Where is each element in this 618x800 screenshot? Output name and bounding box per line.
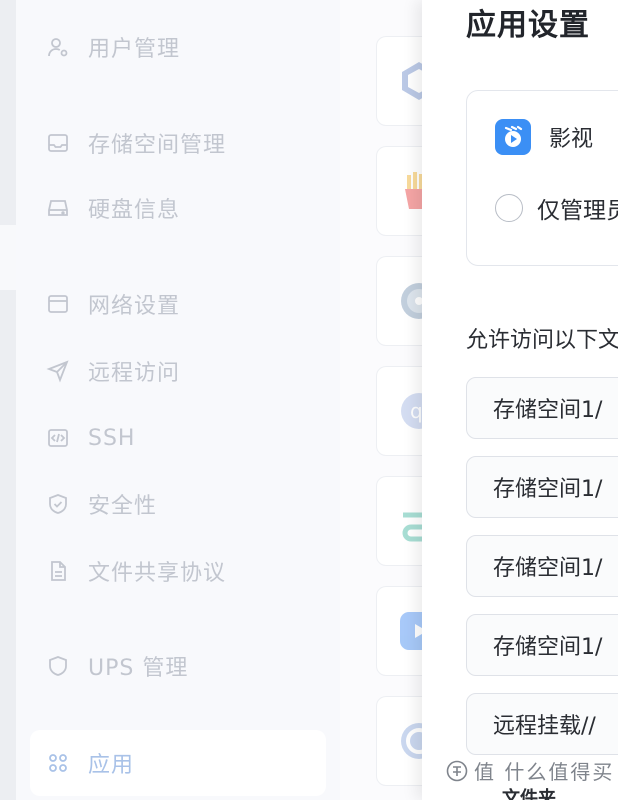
sidebar-item-label: 存储空间管理 — [88, 133, 227, 158]
folder-path-item[interactable]: 远程挂载// — [466, 693, 618, 755]
settings-sidebar: 用户管理 存储空间管理 硬盘信息 网络设置 远程访问 SSH 安全性 文件共享协… — [16, 0, 340, 800]
app-row: 影视 — [495, 119, 593, 155]
watermark-logo-icon — [446, 760, 468, 781]
sidebar-item-disk-info[interactable]: 硬盘信息 — [46, 188, 180, 228]
left-edge-strip — [0, 0, 16, 800]
document-icon — [46, 559, 70, 583]
sidebar-item-apps[interactable]: 应用 — [30, 730, 326, 796]
sidebar-item-label: 安全性 — [88, 494, 158, 519]
section-heading-fragment: 文件夹 — [502, 788, 556, 800]
sidebar-item-label: 网络设置 — [88, 294, 181, 319]
app-list-column: q — [340, 0, 438, 800]
sidebar-item-ups[interactable]: UPS 管理 — [46, 646, 188, 686]
folder-path-item[interactable]: 存储空间1/ — [466, 377, 618, 439]
network-window-icon — [46, 292, 70, 316]
folder-path-item[interactable]: 存储空间1/ — [466, 456, 618, 518]
admin-only-option[interactable]: 仅管理员 — [495, 191, 618, 225]
send-arrow-icon — [46, 359, 70, 383]
radio-label: 仅管理员 — [537, 198, 618, 224]
sidebar-item-file-sharing[interactable]: 文件共享协议 — [46, 551, 226, 591]
sidebar-item-storage[interactable]: 存储空间管理 — [46, 123, 226, 163]
sidebar-item-label: 应用 — [88, 753, 135, 778]
shield-check-icon — [46, 492, 70, 516]
svg-text:q: q — [410, 399, 423, 423]
left-edge-highlight — [0, 225, 16, 290]
sidebar-item-label: 硬盘信息 — [88, 198, 181, 223]
app-name: 影视 — [549, 127, 594, 152]
sidebar-item-label: SSH — [88, 425, 136, 451]
sidebar-item-security[interactable]: 安全性 — [46, 484, 157, 524]
app-permission-box: 影视 仅管理员 — [466, 90, 618, 266]
sidebar-item-label: 用户管理 — [88, 37, 181, 62]
code-terminal-icon — [46, 426, 70, 450]
radio-button[interactable] — [495, 194, 523, 222]
sidebar-item-label: 文件共享协议 — [88, 561, 227, 586]
hard-drive-icon — [46, 196, 70, 220]
watermark-text: 值 什么值得买 — [474, 760, 615, 784]
user-gear-icon — [46, 35, 70, 59]
inbox-tray-icon — [46, 131, 70, 155]
folder-path-item[interactable]: 存储空间1/ — [466, 614, 618, 676]
sidebar-item-label: UPS 管理 — [88, 656, 189, 681]
folder-access-label: 允许访问以下文件夹 — [466, 328, 618, 353]
sidebar-item-network[interactable]: 网络设置 — [46, 284, 180, 324]
sidebar-item-user-management[interactable]: 用户管理 — [46, 27, 180, 67]
shield-icon — [46, 654, 70, 678]
sidebar-item-remote-access[interactable]: 远程访问 — [46, 351, 180, 391]
sidebar-item-label: 远程访问 — [88, 361, 181, 386]
video-app-icon — [495, 119, 531, 155]
sidebar-item-ssh[interactable]: SSH — [46, 418, 135, 458]
watermark: 值 什么值得买 — [446, 756, 614, 785]
app-settings-panel: 应用设置 影视 仅管理员 允许访问以下文件夹 存储空间1/ 存储空间1/ 存储空… — [422, 0, 618, 800]
grid-apps-icon — [46, 751, 70, 775]
folder-path-item[interactable]: 存储空间1/ — [466, 535, 618, 597]
page-title: 应用设置 — [466, 8, 590, 43]
